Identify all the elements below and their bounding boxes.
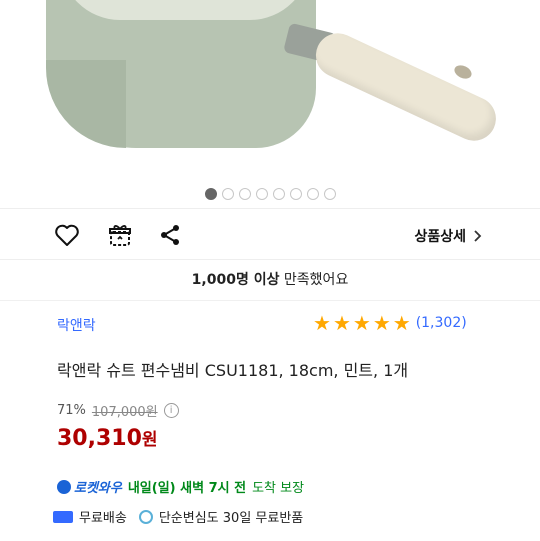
rocket-wow-badge: 로켓와우: [57, 477, 122, 496]
pan-handle-shape: [308, 26, 504, 148]
star-icon: ★: [313, 311, 331, 335]
star-icon: ★: [352, 311, 371, 335]
satisfaction-text: 만족했어요: [279, 272, 349, 288]
gallery-dot[interactable]: [306, 188, 319, 200]
product-info: 락앤락 ★ ★ ★ ★ ★ (1,302) 락앤락 슈트 편수냄비 CSU118…: [0, 300, 540, 541]
chevron-right-icon: [474, 230, 482, 242]
sale-price-unit: 원: [141, 430, 158, 450]
gallery-dot[interactable]: [221, 188, 234, 200]
arrival-date: 내일(일) 새벽 7시 전: [127, 481, 247, 496]
truck-icon: [53, 510, 73, 523]
discount-row: 71% 107,000원 i: [57, 401, 179, 420]
gallery-dot[interactable]: [323, 188, 336, 200]
brand-link[interactable]: 락앤락: [57, 315, 96, 335]
gallery-dot[interactable]: [238, 188, 251, 200]
gallery-dot[interactable]: [255, 188, 268, 200]
action-bar: 상품상세: [0, 208, 540, 260]
star-icon: ★: [332, 311, 351, 335]
product-title: 락앤락 슈트 편수냄비 CSU1181, 18cm, 민트, 1개: [57, 361, 409, 380]
shipping-benefits: 무료배송 단순변심도 30일 무료반품: [53, 507, 303, 526]
sale-price-value: 30,310: [57, 426, 142, 451]
product-image[interactable]: [0, 0, 540, 180]
gallery-pagination: [0, 180, 540, 208]
arrival-guarantee: 도착 보장: [252, 481, 305, 496]
gallery-dot[interactable]: [289, 188, 302, 200]
gift-icon[interactable]: [106, 222, 134, 248]
discount-rate: 71%: [57, 403, 86, 418]
gallery-dot[interactable]: [272, 188, 285, 200]
free-return-label: 단순변심도 30일 무료반품: [158, 511, 304, 526]
rocket-icon: [57, 479, 71, 494]
handle-hole-shape: [452, 62, 474, 82]
product-detail-link[interactable]: 상품상세: [414, 226, 482, 246]
heart-icon[interactable]: [53, 222, 81, 248]
return-icon: [138, 509, 153, 524]
share-icon[interactable]: [156, 222, 184, 248]
free-shipping-label: 무료배송: [79, 511, 127, 526]
satisfaction-banner: 1,000명 이상 만족했어요: [0, 260, 540, 300]
rating[interactable]: ★ ★ ★ ★ ★ (1,302): [313, 313, 467, 333]
gallery-dot[interactable]: [204, 188, 217, 200]
product-page: 상품상세 1,000명 이상 만족했어요 락앤락 ★ ★ ★ ★ ★ (1,30…: [0, 0, 540, 541]
star-icon: ★: [392, 311, 411, 335]
delivery-row: 로켓와우 내일(일) 새벽 7시 전 도착 보장: [57, 477, 304, 496]
sale-price: 30,310원: [57, 425, 158, 451]
star-icon: ★: [372, 311, 391, 335]
original-price: 107,000원: [91, 405, 158, 420]
pan-shade-shape: [46, 60, 126, 148]
review-count[interactable]: (1,302): [416, 315, 467, 331]
product-detail-label: 상품상세: [414, 229, 466, 245]
info-icon[interactable]: i: [163, 403, 179, 418]
satisfaction-count: 1,000명 이상: [191, 272, 280, 288]
rocket-wow-label: 로켓와우: [74, 481, 122, 496]
